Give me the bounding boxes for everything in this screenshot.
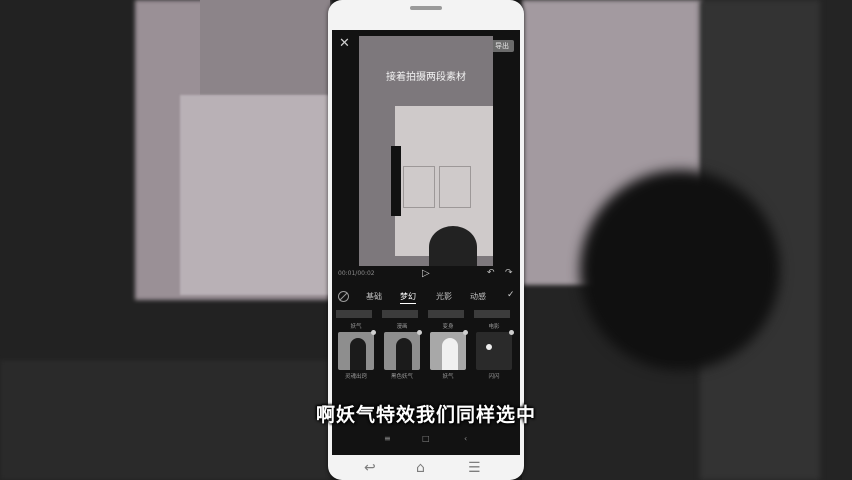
export-button[interactable]: 导出 bbox=[490, 40, 514, 52]
effect-item[interactable]: 妖气 灵魂出窍 bbox=[336, 322, 376, 382]
android-soft-nav: ≡ □ ‹ bbox=[332, 431, 520, 447]
home-icon[interactable]: ⌂ bbox=[416, 460, 425, 476]
close-icon[interactable]: ✕ bbox=[339, 37, 350, 50]
download-icon bbox=[463, 330, 468, 335]
download-icon bbox=[371, 330, 376, 335]
effect-name: 黑色妖气 bbox=[390, 374, 413, 380]
effect-row-label: 电影 bbox=[488, 324, 500, 330]
video-preview[interactable]: 接着拍摄两段素材 bbox=[359, 36, 493, 266]
phone-speaker bbox=[410, 6, 442, 10]
effect-item-selected[interactable]: 变身 妖气 bbox=[428, 322, 468, 382]
effect-item[interactable]: 电影 闪闪 bbox=[474, 322, 514, 382]
effect-row-previous bbox=[332, 310, 520, 320]
effect-name: 闪闪 bbox=[488, 374, 500, 380]
effect-item[interactable]: 漫画 黑色妖气 bbox=[382, 322, 422, 382]
timecode: 00:01/00:02 bbox=[338, 270, 375, 277]
effect-row-label: 变身 bbox=[442, 324, 454, 330]
hardware-nav: ↩ ⌂ ☰ bbox=[328, 458, 524, 480]
effect-category-tabs: 基础 梦幻 光影 动感 ✓ bbox=[332, 290, 520, 306]
back-icon[interactable]: ↩ bbox=[364, 460, 376, 476]
check-icon[interactable]: ✓ bbox=[507, 290, 515, 300]
effect-name: 灵魂出窍 bbox=[344, 374, 367, 380]
active-tab-indicator bbox=[400, 303, 416, 304]
back-chevron-icon[interactable]: ‹ bbox=[464, 434, 467, 443]
playback-bar: 00:01/00:02 ▷ ↶ ↷ bbox=[332, 268, 520, 282]
tab-dream[interactable]: 梦幻 bbox=[400, 291, 416, 302]
video-subtitle: 啊妖气特效我们同样选中 bbox=[315, 404, 536, 426]
effect-thumbnail bbox=[476, 332, 512, 370]
video-caption: 接着拍摄两段素材 bbox=[386, 72, 466, 83]
effect-row-label: 漫画 bbox=[396, 324, 408, 330]
tab-basic[interactable]: 基础 bbox=[366, 291, 382, 302]
redo-icon[interactable]: ↷ bbox=[505, 268, 513, 278]
play-icon[interactable]: ▷ bbox=[422, 268, 430, 279]
download-icon bbox=[417, 330, 422, 335]
effect-thumbnail bbox=[338, 332, 374, 370]
effect-name: 妖气 bbox=[442, 374, 454, 380]
no-effect-icon[interactable] bbox=[338, 291, 349, 302]
effect-thumbnail bbox=[384, 332, 420, 370]
download-icon bbox=[509, 330, 514, 335]
tab-motion[interactable]: 动感 bbox=[470, 291, 486, 302]
effect-thumbnail bbox=[430, 332, 466, 370]
tab-light[interactable]: 光影 bbox=[436, 291, 452, 302]
effect-row-label: 妖气 bbox=[350, 324, 362, 330]
recents-icon[interactable]: ☰ bbox=[468, 460, 481, 476]
menu-icon[interactable]: ≡ bbox=[384, 434, 391, 443]
effect-grid: 妖气 灵魂出窍 漫画 黑色妖气 变身 妖气 电影 闪闪 bbox=[332, 322, 520, 392]
home-square-icon[interactable]: □ bbox=[422, 434, 430, 443]
undo-icon[interactable]: ↶ bbox=[487, 268, 495, 278]
app-screen: ✕ 导出 接着拍摄两段素材 00:01/00:02 ▷ ↶ ↷ 基础 梦幻 光影… bbox=[332, 30, 520, 455]
